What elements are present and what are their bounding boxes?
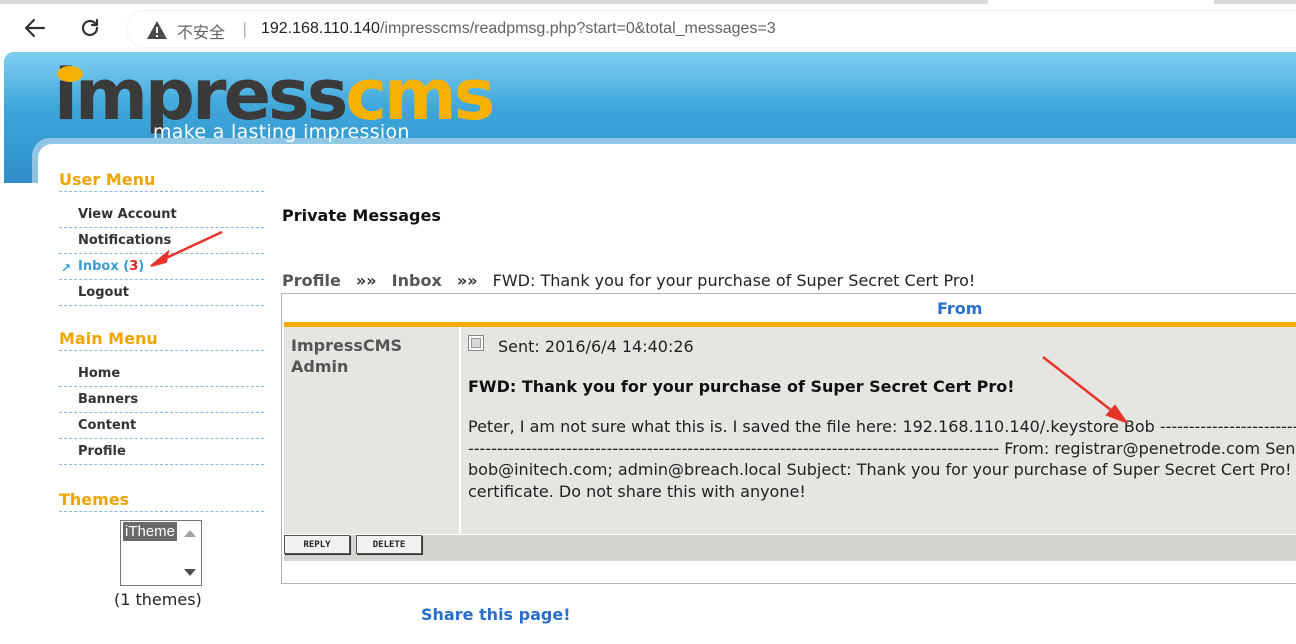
main-menu-title: Main Menu [59,327,264,351]
breadcrumb-separator: »» [456,271,478,290]
menu-item-banners[interactable]: Banners [59,387,264,413]
menu-item-home[interactable]: Home [59,361,264,387]
message-body-cell: Sent: 2016/6/4 14:40:26 FWD: Thank you f… [461,327,1296,534]
sent-timestamp: Sent: 2016/6/4 14:40:26 [498,337,694,356]
menu-item-inbox[interactable]: ↗ Inbox (3) [59,254,264,280]
inbox-count: 3 [129,259,139,274]
message-subject: FWD: Thank you for your purchase of Supe… [468,377,1015,396]
scroll-up-icon[interactable] [184,530,196,537]
menu-item-logout[interactable]: Logout [59,280,264,306]
message-table: From ImpressCMS Admin Sent: 2016/6/4 14:… [281,293,1296,584]
share-page-link[interactable]: Share this page! [421,605,571,624]
address-bar[interactable]: 不安全 | 192.168.110.140/impresscms/readpms… [126,10,1296,48]
inbox-label-suffix: ) [138,259,145,274]
logo-dot [57,66,83,82]
back-button[interactable] [19,12,51,44]
from-header-row: From [284,296,1296,327]
browser-toolbar: 不安全 | 192.168.110.140/impresscms/readpms… [0,0,1296,52]
sidebar: User Menu View Account Notifications ↗ I… [59,168,264,609]
message-body: Peter, I am not sure what this is. I sav… [468,417,1296,501]
menu-item-notifications[interactable]: Notifications [59,228,264,254]
url-path: /impresscms/readpmsg.php?start=0&total_m… [379,20,776,37]
page-title: Private Messages [282,206,441,225]
sender-cell: ImpressCMS Admin [284,327,460,534]
breadcrumb-separator: »» [355,271,377,290]
message-icon [468,335,484,351]
theme-option[interactable]: iTheme [123,522,178,541]
logo-tagline: make a lasting impression [153,121,410,143]
from-column-header: From [937,299,983,318]
menu-item-view-account[interactable]: View Account [59,202,264,228]
theme-select-list[interactable]: iTheme [120,520,202,586]
reply-button[interactable]: REPLY [284,535,350,554]
inbox-label: Inbox ( [78,259,130,274]
url-text[interactable]: 192.168.110.140/impresscms/readpmsg.php?… [261,20,776,38]
sender-name[interactable]: ImpressCMS Admin [291,335,441,377]
warning-icon[interactable] [146,20,168,40]
breadcrumb-profile-link[interactable]: Profile [282,271,341,290]
breadcrumb: Profile »» Inbox »» FWD: Thank you for y… [282,271,975,290]
impresscms-logo[interactable]: impresscms make a lasting impression [54,54,495,148]
insecure-label[interactable]: 不安全 [177,19,225,43]
themes-count: (1 themes) [114,590,202,609]
back-arrow-icon [24,18,46,38]
breadcrumb-inbox-link[interactable]: Inbox [392,271,442,290]
reload-button[interactable] [74,12,106,44]
reload-icon [81,18,99,37]
tab-strip-edge-right [1214,0,1296,4]
menu-item-content[interactable]: Content [59,413,264,439]
themes-title: Themes [59,488,264,512]
current-item-arrow-icon: ↗ [61,261,72,275]
user-menu-title: User Menu [59,168,264,192]
menu-item-profile[interactable]: Profile [59,439,264,465]
message-actions: REPLY DELETE [284,535,1296,561]
delete-button[interactable]: DELETE [356,535,422,554]
tab-strip-edge [0,0,988,4]
address-separator: | [242,19,248,38]
scroll-down-icon[interactable] [184,569,196,576]
url-host: 192.168.110.140 [261,20,380,37]
breadcrumb-current: FWD: Thank you for your purchase of Supe… [492,271,976,290]
